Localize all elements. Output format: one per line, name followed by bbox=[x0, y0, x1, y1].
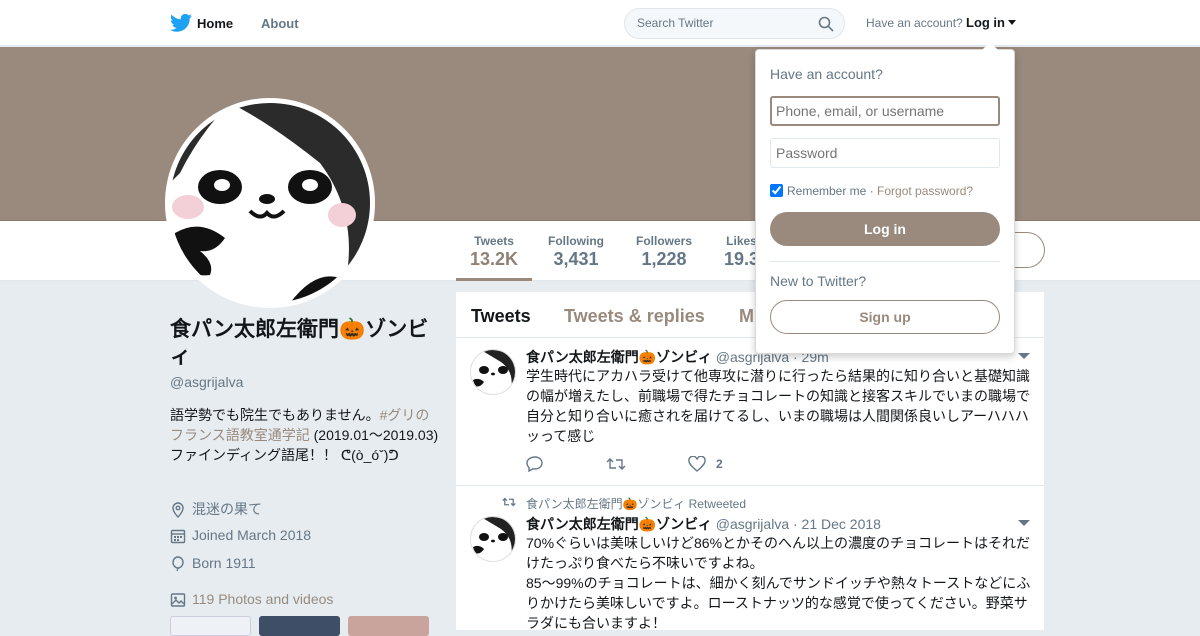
photos-count-text: 119 Photos and videos bbox=[192, 591, 334, 607]
tweet[interactable]: 食パン太郎左衛門🎃ゾンビィ Retweeted 食パン太郎左衛門🎃ゾンビィ @a… bbox=[456, 486, 1044, 633]
tweet-text-line: 85〜99%のチョコレートは、細かく刻んでサンドイッチや熱々トーストなどにふりか… bbox=[526, 575, 1031, 631]
login-dropdown: Have an account? Remember me · Forgot pa… bbox=[755, 42, 1015, 354]
panda-avatar-image bbox=[471, 350, 515, 394]
location-pin-icon bbox=[172, 502, 184, 518]
tweet-text: 学生時代にアカハラ受けて他専攻に潜りに行ったら結果的に知り合いと基礎知識の幅が増… bbox=[526, 368, 1030, 444]
caret-down-icon bbox=[1008, 20, 1016, 25]
image-icon bbox=[170, 593, 186, 607]
joined-text: Joined March 2018 bbox=[192, 527, 312, 543]
top-navigation-bar: Home About Search Twitter Have an accoun… bbox=[0, 0, 1200, 46]
stat-value: 13.2K bbox=[470, 249, 519, 269]
retweet-icon[interactable] bbox=[606, 456, 626, 472]
bio-text: 語学勢でも院生でもありません。 bbox=[170, 407, 380, 423]
heart-icon[interactable] bbox=[688, 456, 706, 472]
login-menu-link[interactable]: Log in bbox=[966, 15, 1016, 30]
photo-thumbnail[interactable] bbox=[259, 616, 340, 636]
dropdown-title: Have an account? bbox=[770, 66, 883, 82]
tweet-text: 70%ぐらいは美味しいけど86%とかそのへん以上の濃度のチョコレートはそれだけた… bbox=[526, 533, 1034, 633]
panda-avatar-image bbox=[170, 103, 370, 303]
forgot-password-link[interactable]: Forgot password? bbox=[877, 184, 973, 198]
tweet-avatar[interactable] bbox=[470, 516, 516, 562]
tweet-timestamp[interactable]: · 21 Dec 2018 bbox=[793, 516, 881, 532]
retweet-icon bbox=[502, 497, 516, 507]
chevron-down-icon[interactable] bbox=[1018, 520, 1030, 526]
nav-home-link[interactable]: Home bbox=[197, 16, 233, 31]
search-placeholder: Search Twitter bbox=[637, 16, 714, 30]
login-button[interactable]: Log in bbox=[770, 212, 1000, 246]
tweet-avatar[interactable] bbox=[470, 349, 516, 395]
stat-label: Followers bbox=[636, 234, 693, 248]
tab-tweets-replies[interactable]: Tweets & replies bbox=[564, 306, 705, 327]
tab-media[interactable]: M bbox=[739, 306, 754, 327]
tweet-author-name[interactable]: 食パン太郎左衛門🎃ゾンビィ bbox=[526, 516, 712, 532]
photos-videos-link[interactable]: 119 Photos and videos bbox=[170, 591, 333, 608]
profile-handle[interactable]: @asgrijalva bbox=[170, 374, 243, 390]
remember-me-row: Remember me · Forgot password? bbox=[770, 184, 973, 198]
search-icon[interactable] bbox=[818, 16, 834, 32]
stat-likes[interactable]: Likes 19.3 bbox=[724, 234, 759, 270]
stat-followers[interactable]: Followers 1,228 bbox=[636, 234, 692, 270]
balloon-icon bbox=[172, 556, 184, 572]
born-text: Born 1911 bbox=[192, 555, 256, 571]
tweet[interactable]: 食パン太郎左衛門🎃ゾンビィ @asgrijalva · 29m 学生時代にアカハ… bbox=[456, 339, 1044, 486]
tweet-header: 食パン太郎左衛門🎃ゾンビィ @asgrijalva · 21 Dec 2018 bbox=[526, 514, 881, 534]
chevron-down-icon[interactable] bbox=[1018, 353, 1030, 359]
panda-avatar-image bbox=[471, 517, 515, 561]
location-text: 混迷の果て bbox=[192, 501, 262, 517]
tweet-author-handle[interactable]: @asgrijalva bbox=[716, 516, 789, 532]
nav-about-link[interactable]: About bbox=[261, 16, 299, 31]
stat-value: 1,228 bbox=[641, 249, 687, 269]
dropdown-arrow bbox=[982, 42, 998, 50]
tweet-author-name[interactable]: 食パン太郎左衛門🎃ゾンビィ bbox=[526, 349, 712, 365]
stat-tweets[interactable]: Tweets 13.2K bbox=[456, 234, 533, 281]
stat-value: 19.3 bbox=[724, 249, 760, 269]
reply-icon[interactable] bbox=[526, 456, 544, 472]
profile-name[interactable]: 食パン太郎左衛門🎃ゾンビィ bbox=[170, 316, 440, 370]
divider bbox=[770, 261, 1000, 262]
remember-me-label[interactable]: Remember me bbox=[787, 184, 866, 198]
stat-following[interactable]: Following 3,431 bbox=[548, 234, 604, 270]
like-count: 2 bbox=[716, 457, 723, 471]
photo-thumbnail[interactable] bbox=[348, 616, 429, 636]
stat-label: Following bbox=[548, 234, 604, 248]
profile-location: 混迷の果て bbox=[170, 499, 262, 519]
have-account-text: Have an account? bbox=[866, 16, 963, 30]
profile-born: Born 1911 bbox=[170, 555, 256, 572]
photo-thumbnail[interactable] bbox=[170, 616, 251, 636]
profile-joined: Joined March 2018 bbox=[170, 527, 311, 544]
password-field[interactable] bbox=[770, 138, 1000, 168]
stat-label: Likes bbox=[726, 234, 757, 248]
login-menu-label: Log in bbox=[966, 15, 1005, 30]
tab-tweets[interactable]: Tweets bbox=[471, 306, 531, 327]
profile-avatar[interactable] bbox=[165, 98, 375, 308]
stat-label: Tweets bbox=[474, 234, 514, 248]
signup-button[interactable]: Sign up bbox=[770, 300, 1000, 334]
search-input[interactable]: Search Twitter bbox=[624, 8, 845, 39]
calendar-icon bbox=[170, 529, 186, 544]
new-to-twitter-text: New to Twitter? bbox=[770, 273, 867, 289]
retweeted-note[interactable]: 食パン太郎左衛門🎃ゾンビィ Retweeted bbox=[526, 495, 746, 512]
profile-bio: 語学勢でも院生でもありません。#グリのフランス語教室通学記 (2019.01〜2… bbox=[170, 405, 440, 465]
username-field[interactable] bbox=[770, 96, 1000, 126]
twitter-bird-icon[interactable] bbox=[170, 13, 192, 33]
remember-me-checkbox[interactable] bbox=[770, 184, 783, 197]
stat-value: 3,431 bbox=[553, 249, 599, 269]
tweet-text-line: 70%ぐらいは美味しいけど86%とかそのへん以上の濃度のチョコレートはそれだけた… bbox=[526, 535, 1031, 571]
